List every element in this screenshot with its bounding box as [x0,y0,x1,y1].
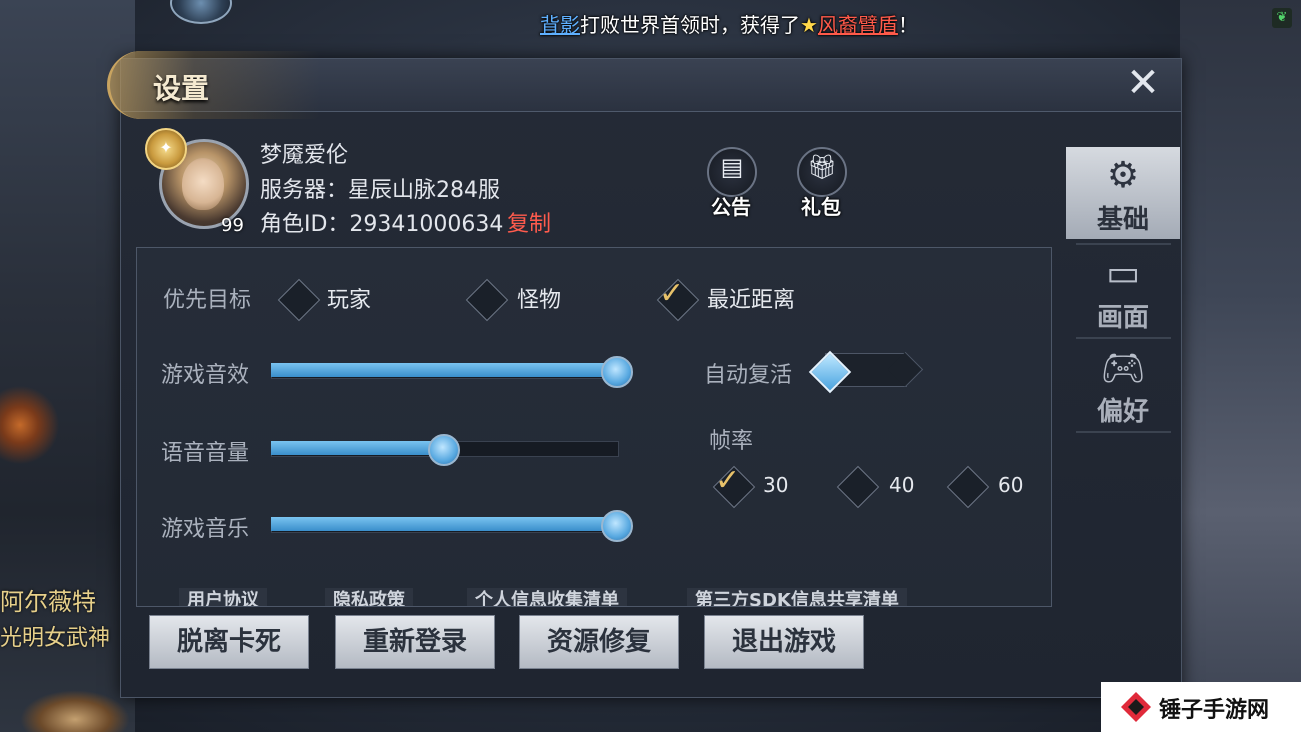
player-name: 梦魇爱伦 [260,143,349,168]
npc-name-label: 阿尔薇特 [0,588,96,616]
fps-60-label: 60 [998,473,1024,497]
tab-divider [1076,431,1171,433]
announcement-item-link[interactable]: 风裔臂盾 [818,13,898,37]
resource-repair-button[interactable]: 资源修复 [519,615,679,669]
fps-40-label: 40 [889,473,915,497]
game-sfx-slider[interactable] [271,356,633,388]
character-portrait [20,690,130,732]
title-ornament [107,51,320,119]
background-right-scene [1180,0,1301,732]
star-icon: ★ [800,13,818,37]
game-music-label: 游戏音乐 [161,517,250,542]
hud-skill-icon[interactable] [170,0,232,24]
auto-revive-label: 自动复活 [704,363,793,388]
gamepad-icon: 🎮︎ [1100,348,1146,389]
announcement-player-link[interactable]: 背影 [540,13,580,37]
link-personal-info-list[interactable]: 个人信息收集清单 [467,588,627,606]
link-privacy-policy[interactable]: 隐私政策 [325,588,413,606]
unstuck-button[interactable]: 脱离卡死 [149,615,309,669]
frame-rate-label: 帧率 [709,429,754,454]
close-button[interactable]: ✕ [1121,63,1165,103]
npc-title-label: 光明女武神 [0,626,111,651]
tab-preferences[interactable]: 🎮︎ 偏好 [1066,339,1180,431]
priority-target-label: 优先目标 [163,288,252,313]
tab-display-label: 画面 [1096,303,1149,333]
game-sfx-label: 游戏音效 [161,363,250,388]
fps-40-checkbox[interactable] [836,465,880,509]
tab-basic-label: 基础 [1096,205,1149,235]
tab-basic[interactable]: ⚙ 基础 [1066,147,1180,239]
link-third-party-sdk-list[interactable]: 第三方SDK信息共享清单 [687,588,907,606]
priority-nearest-checkbox[interactable] [656,278,700,322]
notice-label: 公告 [711,195,751,219]
priority-monster-checkbox[interactable] [465,278,509,322]
leaf-icon[interactable]: ❦ [1272,8,1292,28]
fps-60-checkbox[interactable] [946,465,990,509]
dialog-title-bar: 设置 ✕ [107,51,1181,119]
dialog-title: 设置 [153,72,210,105]
hammer-logo-icon [1121,692,1151,722]
voice-volume-label: 语音音量 [161,441,250,466]
slider-fill [271,441,444,455]
gift-label: 礼包 [801,195,841,219]
slider-knob[interactable] [428,434,460,466]
role-id: 角色ID：29341000634 [260,212,504,237]
gift-icon: 🎁︎ [806,153,838,181]
priority-player-checkbox[interactable] [277,278,321,322]
announcement-text: 打败世界首领时，获得了 [580,13,800,37]
gift-button[interactable]: 🎁︎ 礼包 [791,147,851,219]
settings-dialog: 设置 ✕ ✦ 99 梦魇爱伦 服务器：星辰山脉284服 角色ID：2934100… [107,51,1182,698]
tab-display[interactable]: ▭ 画面 [1066,245,1180,337]
fps-30-label: 30 [763,473,789,497]
priority-nearest-label: 最近距离 [707,288,796,313]
announcement-end: ！ [897,13,918,37]
slider-knob[interactable] [601,510,633,542]
game-music-slider[interactable] [271,510,633,542]
server-info: 服务器：星辰山脉284服 [260,178,500,203]
settings-panel: 优先目标 玩家 怪物 ✓ 最近距离 游戏音效 语音音量 游戏音乐 自动复活 帧率… [136,247,1052,607]
fps-30-checkbox[interactable] [712,465,756,509]
gear-icon: ⚙ [1106,155,1140,196]
watermark-text: 锤子手游网 [1159,698,1270,723]
priority-player-label: 玩家 [327,288,372,313]
background-torch [0,380,60,470]
rank-badge-icon: ✦ [145,128,187,170]
world-announcement: 背影打败世界首领时，获得了★风裔臂盾！ [540,9,918,38]
relogin-button[interactable]: 重新登录 [335,615,495,669]
auto-revive-toggle[interactable] [807,350,927,394]
link-user-agreement[interactable]: 用户协议 [179,588,267,606]
avatar-face [182,158,224,210]
slider-fill [271,363,617,377]
player-level: 99 [221,215,244,236]
slider-knob[interactable] [601,356,633,388]
exit-game-button[interactable]: 退出游戏 [704,615,864,669]
tab-preferences-label: 偏好 [1096,397,1149,427]
monitor-icon: ▭ [1105,253,1140,294]
watermark: 锤子手游网 [1101,682,1301,732]
clipboard-icon: ▤ [720,153,744,181]
copy-id-button[interactable]: 复制 [507,206,551,238]
notice-button[interactable]: ▤ 公告 [701,147,761,219]
slider-fill [271,517,617,531]
priority-monster-label: 怪物 [517,288,562,313]
voice-volume-slider[interactable] [271,434,619,466]
